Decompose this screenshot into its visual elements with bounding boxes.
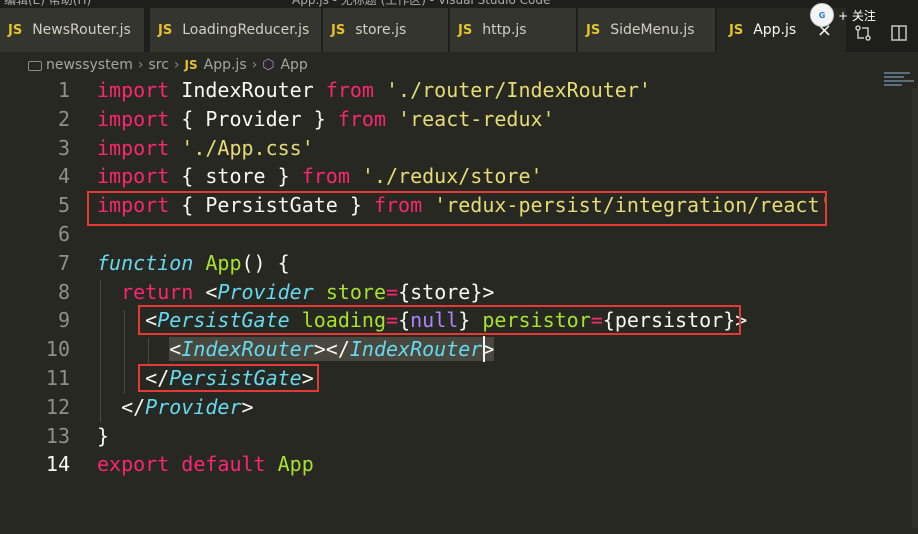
code-text: }: [97, 423, 110, 448]
line-number: 7: [57, 250, 70, 275]
tab-loadingreducer[interactable]: JS LoadingReducer.js: [150, 8, 322, 52]
js-file-icon: JS: [184, 58, 198, 72]
code-line: 7 function App() {: [0, 249, 880, 278]
vscode-window: 编辑(E) 帮助(H) App.js - 无标题 (工作区) - Visual …: [0, 0, 918, 534]
breadcrumb-separator: ›: [137, 57, 144, 73]
split-editor-icon[interactable]: [890, 24, 908, 46]
tab-label: NewsRouter.js: [32, 22, 131, 38]
folder-icon: [28, 61, 42, 71]
line-number: 9: [57, 308, 70, 333]
breadcrumb: newssystem › src › JS App.js › ⬡ App: [0, 52, 918, 78]
js-file-icon: JS: [8, 22, 23, 38]
code-line: 11 </PersistGate>: [0, 364, 880, 393]
tab-http[interactable]: JS http.js: [450, 8, 577, 52]
code-text: <PersistGate loading={null} persistor={p…: [97, 308, 748, 333]
line-number: 13: [45, 423, 70, 448]
tab-label: http.js: [482, 22, 527, 38]
code-text: import { store } from './redux/store': [97, 164, 543, 189]
code-line: 8 return <Provider store={store}>: [0, 278, 880, 307]
avatar: G: [810, 3, 834, 27]
symbol-method-icon: ⬡: [262, 57, 275, 73]
breadcrumb-file[interactable]: App.js: [204, 57, 247, 73]
js-file-icon: JS: [729, 22, 744, 38]
code-text: export default App: [97, 452, 314, 477]
line-number: 2: [57, 106, 70, 131]
tab-label: store.js: [355, 22, 407, 38]
window-titlebar: 编辑(E) 帮助(H) App.js - 无标题 (工作区) - Visual …: [0, 0, 918, 8]
text-cursor: [483, 336, 485, 362]
git-compare-icon[interactable]: [854, 24, 872, 46]
window-title: App.js - 无标题 (工作区) - Visual Studio Code: [292, 0, 551, 7]
tab-store[interactable]: JS store.js: [323, 8, 449, 52]
tab-label: SideMenu.js: [610, 22, 695, 38]
follow-button[interactable]: + 关注: [838, 7, 876, 24]
line-number: 12: [45, 394, 70, 419]
breadcrumb-src[interactable]: src: [148, 57, 168, 73]
code-text: </PersistGate>: [97, 365, 314, 390]
js-file-icon: JS: [586, 22, 601, 38]
vertical-scrollbar[interactable]: [912, 88, 918, 528]
code-line: 1 import IndexRouter from './router/Index…: [0, 76, 880, 105]
js-file-icon: JS: [458, 22, 473, 38]
code-line: 5 import { PersistGate } from 'redux-pers…: [0, 191, 880, 220]
code-line: 12 </Provider>: [0, 393, 880, 422]
code-line: 3 import './App.css': [0, 134, 880, 163]
code-text: import IndexRouter from './router/IndexR…: [97, 78, 651, 102]
menu-bar[interactable]: 编辑(E) 帮助(H): [4, 0, 91, 8]
editor-actions: [854, 24, 908, 46]
breadcrumb-separator: ›: [173, 57, 180, 73]
code-text: </Provider>: [97, 394, 254, 419]
line-number: 1: [57, 78, 70, 102]
tab-newsrouter[interactable]: JS NewsRouter.js: [0, 8, 145, 52]
line-number: 10: [45, 337, 70, 362]
code-text: import './App.css': [97, 135, 314, 160]
breadcrumb-symbol[interactable]: App: [280, 57, 307, 73]
code-text: import { PersistGate } from 'redux-persi…: [97, 193, 832, 218]
code-text: <IndexRouter></IndexRouter>: [169, 337, 495, 362]
code-text: function App() {: [97, 250, 290, 275]
breadcrumb-folder[interactable]: newssystem: [46, 57, 133, 73]
tab-label: LoadingReducer.js: [182, 22, 310, 38]
js-file-icon: JS: [331, 22, 346, 38]
line-number: 14: [45, 452, 70, 477]
code-line: 10 <IndexRouter></IndexRouter>: [0, 335, 880, 364]
code-line: 6: [0, 220, 880, 249]
code-editor[interactable]: 1 import IndexRouter from './router/Index…: [0, 76, 880, 479]
code-text: import { Provider } from 'react-redux': [97, 106, 555, 131]
code-line: 2 import { Provider } from 'react-redux': [0, 105, 880, 134]
line-number: 4: [57, 164, 70, 189]
line-number: 8: [57, 279, 70, 304]
breadcrumb-separator: ›: [251, 57, 258, 73]
code-line: 4 import { store } from './redux/store': [0, 162, 880, 191]
code-line: 9 <PersistGate loading={null} persistor=…: [0, 306, 880, 335]
line-number: 5: [57, 193, 70, 218]
tab-label: App.js: [753, 22, 797, 38]
line-number: 11: [45, 365, 70, 390]
tab-sidemenu[interactable]: JS SideMenu.js: [578, 8, 716, 52]
js-file-icon: JS: [158, 22, 173, 38]
code-line: 14 export default App: [0, 450, 880, 479]
line-number: 6: [57, 221, 70, 246]
line-number: 3: [57, 135, 70, 160]
code-text: return <Provider store={store}>: [121, 279, 495, 304]
code-line: 13}: [0, 422, 880, 451]
